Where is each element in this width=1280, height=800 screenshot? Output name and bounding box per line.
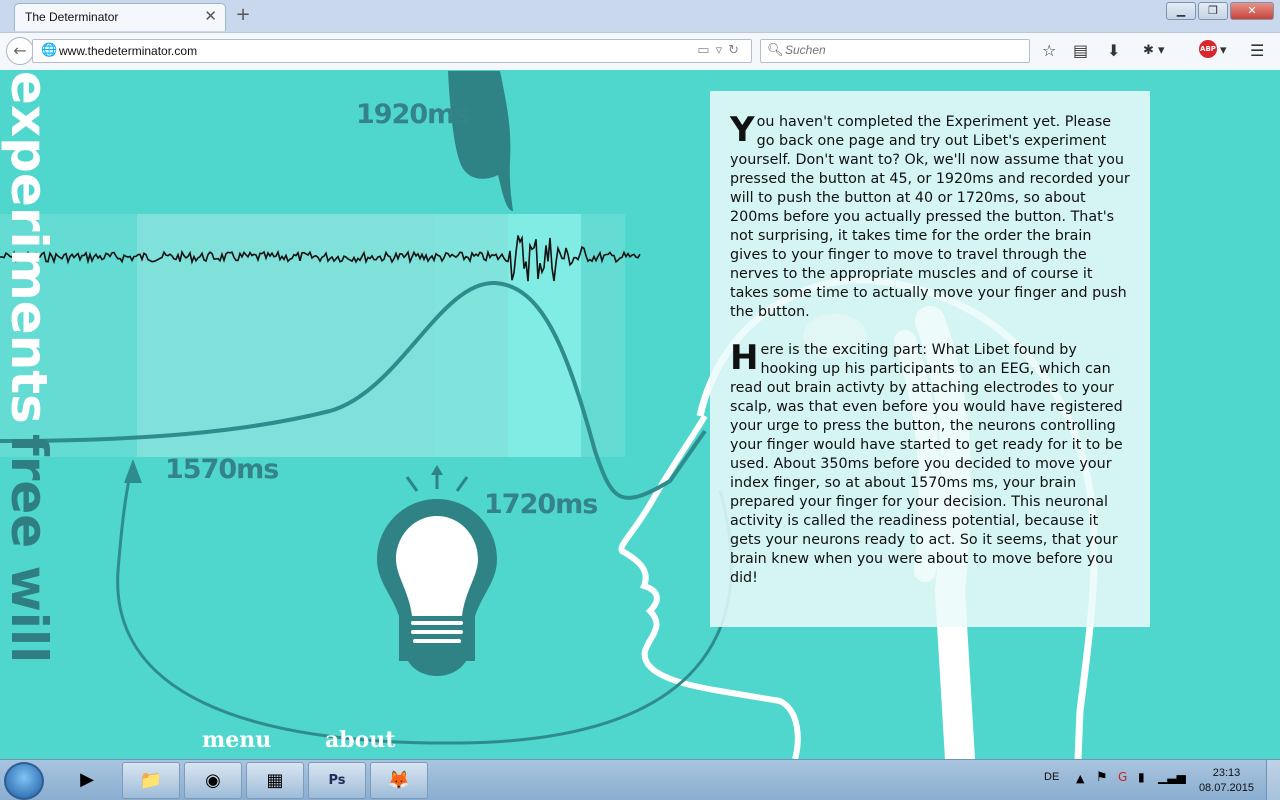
title-free-will: free will <box>0 433 58 664</box>
file-explorer-icon[interactable]: 📁 <box>122 762 180 799</box>
menu-link[interactable]: menu <box>202 727 271 753</box>
pointing-finger <box>448 71 513 211</box>
flag-icon[interactable]: ⚑ <box>1096 770 1108 785</box>
time-label-1720: 1720ms <box>484 489 598 520</box>
search-input[interactable] <box>785 43 1015 57</box>
timeline-window-3 <box>508 214 581 457</box>
tab-close-icon[interactable]: ✕ <box>204 7 217 25</box>
browser-tab[interactable]: The Determinator ✕ <box>14 3 226 31</box>
windows-taskbar: ▶ 📁 ◉ ▦ Ps 🦊 DE ▲ ⚑ G ▮ ▁▃▅ 23:13 08.07.… <box>0 759 1280 800</box>
close-window-button[interactable]: ✕ <box>1230 2 1274 20</box>
power-icon[interactable]: ▮ <box>1138 770 1145 784</box>
language-indicator[interactable]: DE <box>1044 771 1059 783</box>
minimize-button[interactable]: ▁ <box>1166 2 1196 20</box>
system-tray: DE ▲ ⚑ G ▮ ▁▃▅ 23:13 08.07.2015 <box>1040 760 1280 800</box>
new-tab-button[interactable]: + <box>232 4 254 26</box>
search-icon: 🔍︎ <box>767 43 784 58</box>
time-label-1920: 1920ms <box>356 99 470 130</box>
menu-icon[interactable]: ☰ <box>1250 41 1264 60</box>
dropcap-2: H <box>730 338 759 378</box>
antivirus-icon[interactable]: G <box>1118 770 1127 784</box>
reading-list-icon[interactable]: ▤ <box>1073 41 1088 60</box>
explanation-textbox: You haven't completed the Experiment yet… <box>710 91 1150 627</box>
address-bar[interactable]: 🌐 www.thedeterminator.com ▭▿↻ <box>32 39 752 63</box>
tab-title: The Determinator <box>25 10 119 24</box>
back-button[interactable]: ← <box>6 37 34 65</box>
loop-arrowhead <box>124 459 142 483</box>
navigation-bar: ← 🌐 www.thedeterminator.com ▭▿↻ 🔍︎ ☆ ▤ ⬇… <box>0 32 1280 70</box>
paragraph-2: Here is the exciting part: What Libet fo… <box>730 341 1132 588</box>
chrome-icon[interactable]: ◉ <box>184 762 242 799</box>
clock-time: 23:13 <box>1212 767 1241 779</box>
archive-icon[interactable]: ▦ <box>246 762 304 799</box>
paragraph-1: You haven't completed the Experiment yet… <box>730 113 1132 322</box>
search-bar[interactable]: 🔍︎ <box>760 39 1030 63</box>
paragraph-2-text: ere is the exciting part: What Libet fou… <box>730 342 1123 586</box>
page-content: experiments free will 1920ms 1570ms 1720m… <box>0 71 1280 759</box>
vertical-site-title: experiments free will <box>0 71 58 663</box>
window-controls: ▁ ❐ ✕ <box>1166 2 1274 20</box>
browser-chrome: The Determinator ✕ + ▁ ❐ ✕ ← 🌐 www.thede… <box>0 0 1280 70</box>
time-label-1570: 1570ms <box>165 454 279 485</box>
paragraph-1-text: ou haven't completed the Experiment yet.… <box>730 114 1130 320</box>
maximize-button[interactable]: ❐ <box>1198 2 1228 20</box>
addon-icon[interactable]: ✱ ▾ <box>1143 43 1165 58</box>
abp-dropdown-icon[interactable]: ▾ <box>1220 43 1227 58</box>
start-button[interactable] <box>4 762 44 800</box>
clock[interactable]: 23:13 08.07.2015 <box>1199 766 1254 796</box>
download-icon[interactable]: ⬇ <box>1107 41 1120 60</box>
reader-dropdown-reload-icons[interactable]: ▭▿↻ <box>697 43 745 58</box>
show-desktop-button[interactable] <box>1266 760 1280 800</box>
lightbulb-icon <box>377 465 497 676</box>
network-signal-icon[interactable]: ▁▃▅ <box>1158 770 1186 784</box>
bookmark-star-icon[interactable]: ☆ <box>1042 41 1056 60</box>
dropcap-1: Y <box>730 110 755 150</box>
url-text[interactable]: www.thedeterminator.com <box>59 44 197 58</box>
globe-icon: 🌐 <box>41 43 58 58</box>
media-player-icon[interactable]: ▶ <box>60 762 114 799</box>
tray-expand-icon[interactable]: ▲ <box>1076 772 1084 785</box>
adblock-plus-icon[interactable]: ABP <box>1199 40 1217 58</box>
clock-date: 08.07.2015 <box>1198 782 1254 794</box>
title-experiments: experiments <box>0 71 58 424</box>
about-link[interactable]: about <box>325 727 395 753</box>
firefox-icon[interactable]: 🦊 <box>370 762 428 799</box>
photoshop-icon[interactable]: Ps <box>308 762 366 799</box>
